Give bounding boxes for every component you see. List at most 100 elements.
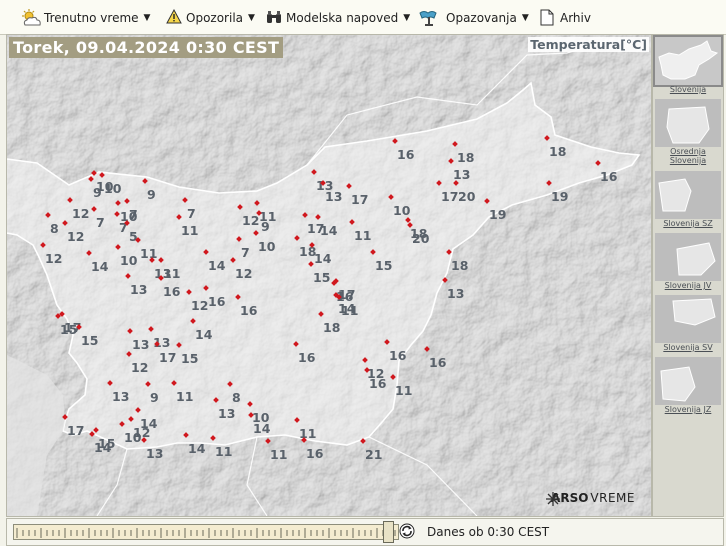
station-marker[interactable] bbox=[213, 397, 219, 403]
station-marker[interactable] bbox=[45, 212, 51, 218]
region-thumb-slovenija[interactable]: Slovenija bbox=[653, 35, 723, 95]
station-marker[interactable] bbox=[127, 328, 133, 334]
station-marker[interactable] bbox=[88, 176, 94, 182]
station-marker[interactable] bbox=[158, 275, 164, 281]
station-marker[interactable] bbox=[333, 278, 339, 284]
station-marker[interactable] bbox=[370, 249, 376, 255]
station-marker[interactable] bbox=[237, 204, 243, 210]
station-marker[interactable] bbox=[236, 236, 242, 242]
station-marker[interactable] bbox=[107, 380, 113, 386]
menu-opozorila[interactable]: Opozorila ▼ bbox=[166, 8, 255, 28]
station-marker[interactable] bbox=[182, 197, 188, 203]
station-marker[interactable] bbox=[203, 249, 209, 255]
station-marker[interactable] bbox=[336, 294, 342, 300]
station-marker[interactable] bbox=[349, 219, 355, 225]
station-marker[interactable] bbox=[320, 180, 326, 186]
station-marker[interactable] bbox=[119, 421, 125, 427]
station-marker[interactable] bbox=[115, 200, 121, 206]
station-marker[interactable] bbox=[254, 200, 260, 206]
station-marker[interactable] bbox=[171, 380, 177, 386]
station-marker[interactable] bbox=[364, 367, 370, 373]
station-marker[interactable] bbox=[125, 273, 131, 279]
station-marker[interactable] bbox=[126, 351, 132, 357]
region-thumb-osrednja[interactable]: Osrednja Slovenija bbox=[655, 99, 721, 165]
station-marker[interactable] bbox=[158, 257, 164, 263]
station-marker[interactable] bbox=[484, 198, 490, 204]
station-marker[interactable] bbox=[145, 381, 151, 387]
station-marker[interactable] bbox=[253, 230, 259, 236]
station-marker[interactable] bbox=[99, 172, 105, 178]
refresh-icon[interactable] bbox=[399, 523, 415, 539]
station-marker[interactable] bbox=[154, 341, 160, 347]
station-marker[interactable] bbox=[302, 212, 308, 218]
station-marker[interactable] bbox=[293, 341, 299, 347]
station-marker[interactable] bbox=[294, 417, 300, 423]
station-marker[interactable] bbox=[360, 438, 366, 444]
station-marker[interactable] bbox=[311, 169, 317, 175]
station-marker[interactable] bbox=[256, 210, 262, 216]
station-marker[interactable] bbox=[308, 261, 314, 267]
station-marker[interactable] bbox=[384, 339, 390, 345]
station-marker[interactable] bbox=[86, 250, 92, 256]
station-marker[interactable] bbox=[62, 414, 68, 420]
station-marker[interactable] bbox=[142, 178, 148, 184]
station-marker[interactable] bbox=[392, 138, 398, 144]
time-slider-track[interactable] bbox=[13, 524, 399, 540]
station-marker[interactable] bbox=[309, 242, 315, 248]
station-marker[interactable] bbox=[436, 180, 442, 186]
station-marker[interactable] bbox=[247, 401, 253, 407]
station-marker[interactable] bbox=[59, 311, 65, 317]
station-marker[interactable] bbox=[265, 438, 271, 444]
station-marker[interactable] bbox=[128, 416, 134, 422]
station-marker[interactable] bbox=[448, 158, 454, 164]
station-marker[interactable] bbox=[362, 357, 368, 363]
station-marker[interactable] bbox=[183, 432, 189, 438]
station-marker[interactable] bbox=[546, 180, 552, 186]
station-marker[interactable] bbox=[115, 244, 121, 250]
station-marker[interactable] bbox=[346, 183, 352, 189]
station-marker[interactable] bbox=[149, 257, 155, 263]
station-marker[interactable] bbox=[235, 294, 241, 300]
region-thumb-jv[interactable]: Slovenija JV bbox=[655, 233, 721, 291]
station-marker[interactable] bbox=[388, 194, 394, 200]
station-marker[interactable] bbox=[544, 135, 550, 141]
station-marker[interactable] bbox=[203, 285, 209, 291]
menu-opazovanja[interactable]: Opazovanja ▼ bbox=[418, 8, 529, 28]
station-marker[interactable] bbox=[315, 214, 321, 220]
station-marker[interactable] bbox=[248, 412, 254, 418]
station-marker[interactable] bbox=[453, 180, 459, 186]
station-marker[interactable] bbox=[176, 214, 182, 220]
station-marker[interactable] bbox=[76, 324, 82, 330]
station-marker[interactable] bbox=[390, 374, 396, 380]
station-marker[interactable] bbox=[176, 342, 182, 348]
region-thumb-sv[interactable]: Slovenija SV bbox=[655, 295, 721, 353]
station-marker[interactable] bbox=[67, 197, 73, 203]
station-marker[interactable] bbox=[318, 311, 324, 317]
station-marker[interactable] bbox=[227, 381, 233, 387]
station-marker[interactable] bbox=[452, 141, 458, 147]
station-marker[interactable] bbox=[407, 222, 413, 228]
station-marker[interactable] bbox=[301, 437, 307, 443]
menu-trenutno-vreme[interactable]: Trenutno vreme ▼ bbox=[20, 8, 150, 28]
station-marker[interactable] bbox=[62, 220, 68, 226]
station-marker[interactable] bbox=[141, 437, 147, 443]
station-marker[interactable] bbox=[230, 257, 236, 263]
station-marker[interactable] bbox=[446, 249, 452, 255]
station-marker[interactable] bbox=[91, 206, 97, 212]
station-marker[interactable] bbox=[294, 235, 300, 241]
station-marker[interactable] bbox=[135, 237, 141, 243]
menu-modelska-napoved[interactable]: Modelska napoved ▼ bbox=[266, 8, 410, 28]
time-slider-handle[interactable] bbox=[383, 521, 394, 543]
station-marker[interactable] bbox=[124, 220, 130, 226]
station-marker[interactable] bbox=[210, 435, 216, 441]
station-marker[interactable] bbox=[40, 242, 46, 248]
station-marker[interactable] bbox=[442, 277, 448, 283]
region-thumb-jz[interactable]: Slovenija JZ bbox=[655, 357, 721, 415]
station-marker[interactable] bbox=[135, 407, 141, 413]
region-thumb-sz[interactable]: Slovenija SZ bbox=[655, 171, 721, 229]
station-marker[interactable] bbox=[595, 160, 601, 166]
station-marker[interactable] bbox=[186, 289, 192, 295]
station-marker[interactable] bbox=[190, 318, 196, 324]
station-marker[interactable] bbox=[124, 198, 130, 204]
weather-map[interactable]: Torek, 09.04.2024 0:30 CEST Temperatura[… bbox=[6, 34, 652, 517]
